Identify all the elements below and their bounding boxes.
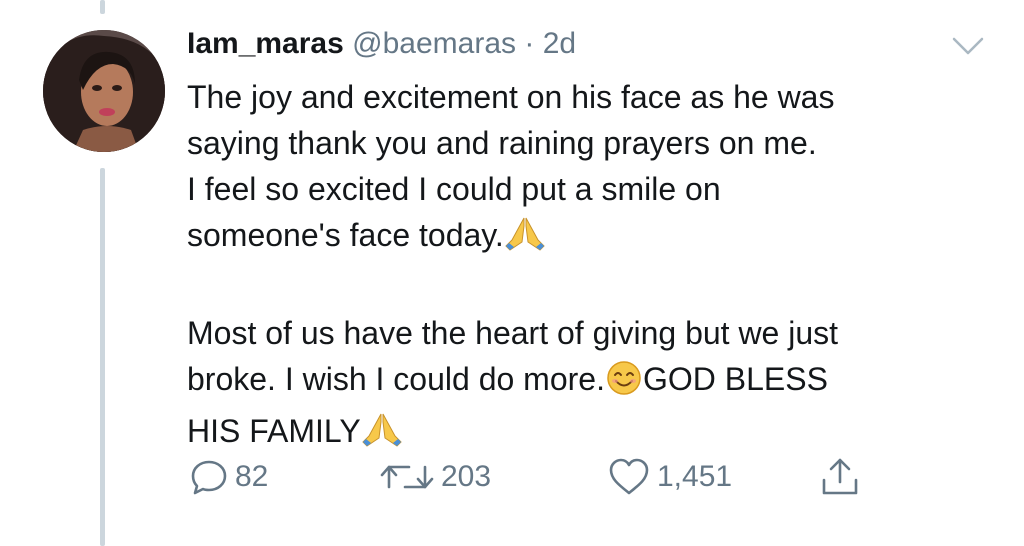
timestamp[interactable]: 2d (543, 27, 576, 60)
like-button[interactable]: 1,451 (607, 452, 732, 502)
text-line: broke. I wish I could do more. GOD BLESS (187, 356, 987, 408)
retweet-count: 203 (441, 460, 492, 493)
text-line: saying thank you and raining prayers on … (187, 125, 817, 161)
paragraph-1: The joy and excitement on his face as he… (187, 74, 987, 264)
retweet-button[interactable]: 203 (379, 452, 491, 502)
text-line: The joy and excitement on his face as he… (187, 79, 835, 115)
avatar-image (43, 30, 165, 152)
tweet[interactable]: Iam_maras @baemaras · 2d The joy and exc… (0, 0, 1024, 546)
retweet-icon (379, 457, 435, 497)
avatar[interactable] (43, 30, 165, 152)
tweet-text: The joy and excitement on his face as he… (187, 74, 987, 460)
heart-icon (607, 457, 651, 497)
text-line-content: HIS FAMILY (187, 413, 361, 449)
thread-line-top (100, 0, 105, 14)
smiling-face-emoji-icon (605, 360, 643, 408)
text-line: I feel so excited I could put a smile on (187, 171, 721, 207)
text-line: Most of us have the heart of giving but … (187, 315, 839, 351)
text-line-content: GOD BLESS (642, 361, 828, 397)
thread-line-bottom (100, 168, 105, 546)
tweet-header: Iam_maras @baemaras · 2d (187, 24, 576, 64)
handle[interactable]: @baemaras (352, 27, 516, 60)
chevron-down-icon[interactable] (950, 34, 986, 58)
display-name[interactable]: Iam_maras (187, 27, 344, 60)
separator: · (524, 27, 535, 60)
text-line-content: someone's face today. (187, 217, 504, 253)
share-icon (819, 456, 861, 498)
text-line: someone's face today. (187, 212, 987, 264)
text-line-content: broke. I wish I could do more. (187, 361, 605, 397)
tweet-actions: 82 203 1,451 (187, 452, 887, 502)
reply-count: 82 (235, 460, 269, 493)
reply-icon (189, 457, 229, 497)
paragraph-2: Most of us have the heart of giving but … (187, 310, 987, 460)
reply-button[interactable]: 82 (189, 452, 268, 502)
share-button[interactable] (819, 452, 861, 502)
like-count: 1,451 (657, 460, 733, 493)
folded-hands-emoji-icon (504, 216, 546, 264)
